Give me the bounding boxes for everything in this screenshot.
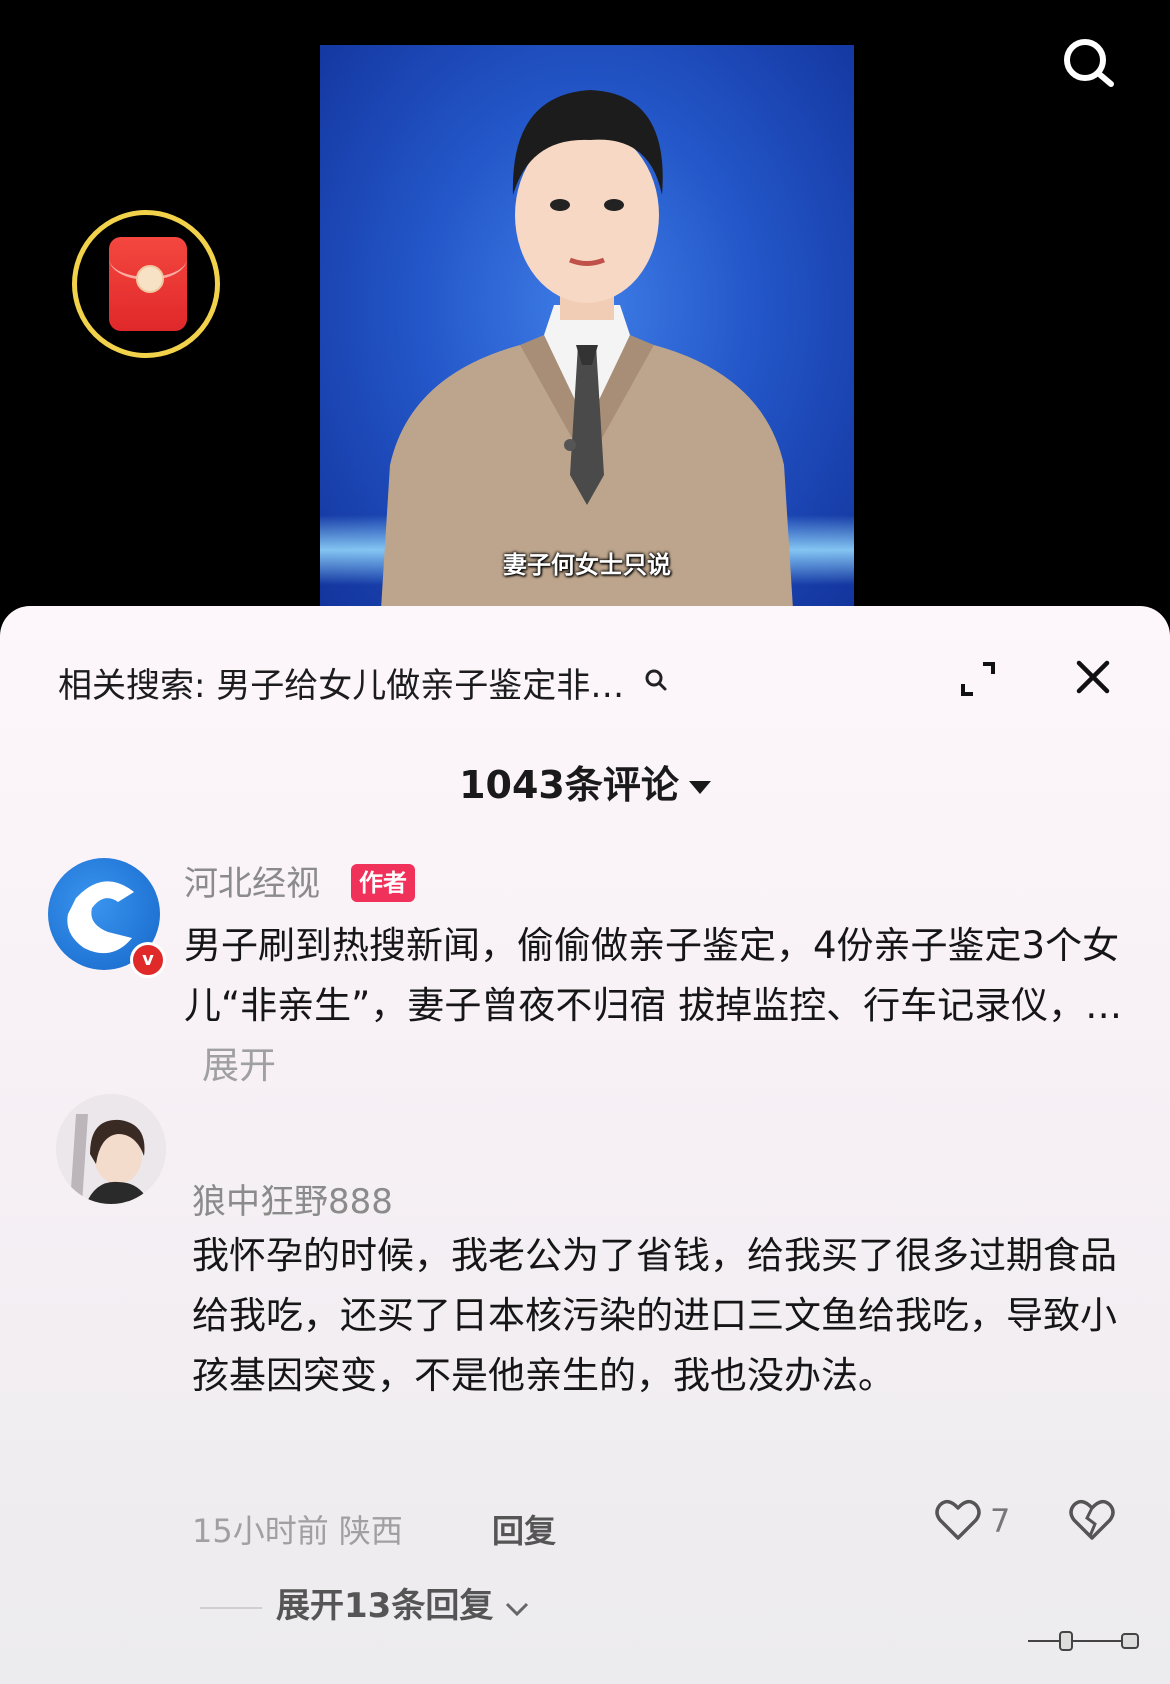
expand-comment-link[interactable]: 展开 [202, 1044, 276, 1087]
comment-sheet: 相关搜索: 男子给女儿做亲子鉴定非… 1043条评论 v 河北经视 作者 男子刷… [0, 606, 1170, 1684]
video-caption: 妻子何女士只说 [503, 551, 671, 579]
comment-count-sort[interactable]: 1043条评论 [0, 754, 1170, 809]
comment-username[interactable]: 河北经视 [184, 856, 320, 905]
user-avatar[interactable] [56, 1094, 166, 1204]
related-search-link[interactable]: 相关搜索: 男子给女儿做亲子鉴定非… [58, 658, 818, 707]
related-search-label: 相关搜索: [58, 666, 206, 706]
expand-replies-label: 展开13条回复 [276, 1586, 494, 1626]
news-anchor-image [380, 90, 794, 625]
scroll-handle[interactable] [1026, 1628, 1144, 1654]
video-player[interactable]: 妻子何女士只说 [0, 0, 1170, 625]
search-small-icon [643, 662, 669, 702]
red-packet-button[interactable] [72, 210, 220, 358]
red-packet-icon [109, 237, 187, 331]
related-search-query: 男子给女儿做亲子鉴定非… [216, 666, 625, 706]
dislike-button[interactable] [1066, 1494, 1118, 1550]
expand-icon[interactable] [955, 656, 1001, 702]
expand-replies-button[interactable]: 展开13条回复 [200, 1578, 531, 1628]
author-tag: 作者 [351, 864, 415, 902]
search-icon[interactable] [1055, 38, 1117, 88]
close-icon[interactable] [1070, 654, 1116, 700]
caret-down-icon [688, 781, 711, 794]
reply-thread-line [200, 1606, 262, 1609]
comment-meta: 15小时前 陕西 [192, 1512, 403, 1550]
chevron-down-icon [503, 1588, 531, 1628]
reply-button[interactable]: 回复 [492, 1506, 556, 1552]
video-frame[interactable]: 妻子何女士只说 [320, 45, 854, 625]
heart-icon [935, 1499, 981, 1540]
comment-count-label: 1043条评论 [459, 763, 679, 807]
comment-username[interactable]: 狼中狂野888 [192, 1174, 393, 1223]
like-count: 7 [990, 1502, 1011, 1540]
comment-body: 男子刷到热搜新闻，偷偷做亲子鉴定，4份亲子鉴定3个女儿“非亲生”，妻子曾夜不归宿… [184, 924, 1123, 1027]
comment-body: 我怀孕的时候，我老公为了省钱，给我买了很多过期食品给我吃，还买了日本核污染的进口… [192, 1234, 1117, 1397]
verified-badge: v [130, 942, 166, 978]
broken-heart-icon [1069, 1499, 1115, 1540]
comment-text: 男子刷到热搜新闻，偷偷做亲子鉴定，4份亲子鉴定3个女儿“非亲生”，妻子曾夜不归宿… [184, 916, 1144, 1096]
like-button[interactable]: 7 [932, 1494, 1042, 1550]
